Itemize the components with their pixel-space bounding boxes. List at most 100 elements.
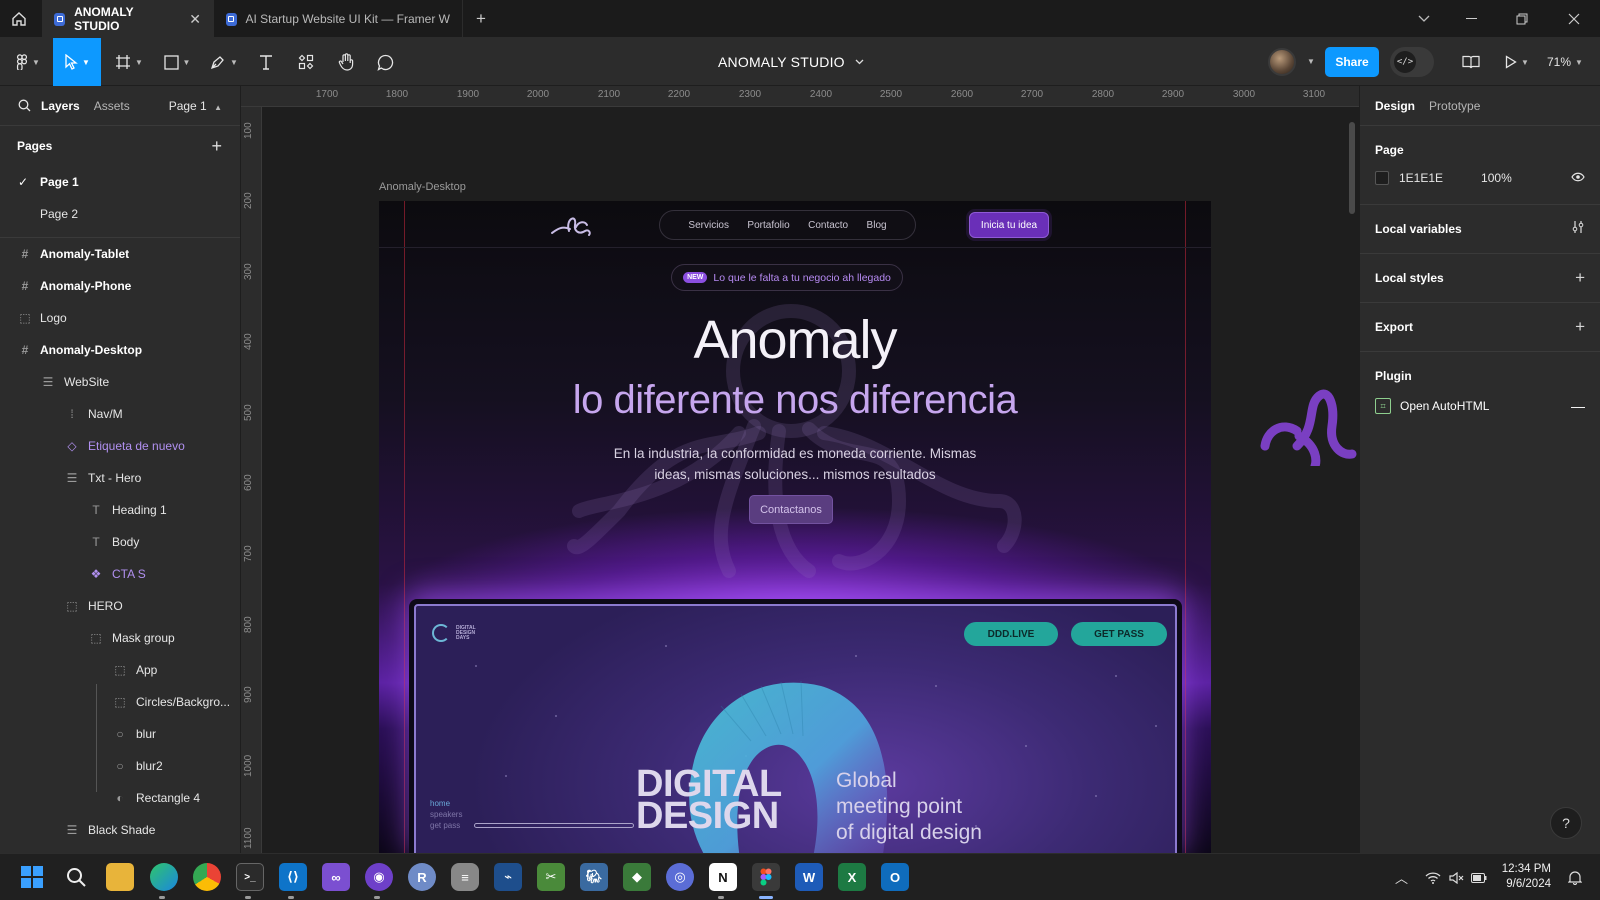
minimize-icon[interactable] — [1448, 0, 1496, 38]
app-icon[interactable]: ◎ — [666, 863, 694, 891]
add-style-icon[interactable]: + — [1575, 268, 1585, 288]
chevron-down-icon[interactable]: ▼ — [1307, 57, 1315, 66]
app-mockup[interactable]: DIGITAL DESIGN DAYS DDD.LIVE GET PASS DI… — [409, 599, 1182, 853]
snipping-tool-icon[interactable]: ✂ — [537, 863, 565, 891]
tab-design[interactable]: Design — [1375, 99, 1415, 113]
layer-blur2[interactable]: ○ blur2 — [0, 750, 240, 782]
export-section[interactable]: Export + — [1360, 303, 1600, 352]
search-icon[interactable] — [62, 863, 90, 891]
add-export-icon[interactable]: + — [1575, 317, 1585, 337]
page-opacity[interactable]: 100% — [1481, 171, 1512, 185]
chrome-icon[interactable] — [193, 863, 221, 891]
hero-heading[interactable]: Anomaly — [379, 309, 1211, 371]
system-clock[interactable]: 12:34 PM 9/6/2024 — [1483, 862, 1551, 892]
layer-nav-m[interactable]: ⁞ Nav/M — [0, 398, 240, 430]
hero-subheading[interactable]: lo diferente nos diferencia — [379, 378, 1211, 423]
layer-logo[interactable]: ⬚ Logo — [0, 302, 240, 334]
resources-button[interactable] — [294, 38, 318, 86]
main-menu-button[interactable]: ▼ — [10, 38, 46, 86]
anomaly-desktop-frame[interactable]: Servicios Portafolio Contacto Blog Inici… — [379, 201, 1211, 853]
tab-assets[interactable]: Assets — [94, 99, 130, 113]
move-tool-button[interactable]: ▼ — [53, 38, 101, 86]
new-badge[interactable]: NEW Lo que le falta a tu negocio ah lleg… — [671, 264, 903, 291]
search-icon[interactable] — [18, 99, 31, 112]
close-window-icon[interactable] — [1550, 0, 1598, 38]
color-swatch[interactable] — [1375, 171, 1389, 185]
hand-tool-button[interactable] — [334, 38, 358, 86]
tab-anomaly-studio[interactable]: ANOMALY STUDIO ✕ — [42, 0, 214, 38]
layer-black-shade[interactable]: ☰ Black Shade — [0, 814, 240, 846]
present-button[interactable]: ▼ — [1500, 38, 1534, 86]
design-canvas[interactable]: 1700 1800 1900 2000 2100 2200 2300 2400 … — [241, 86, 1359, 853]
home-icon[interactable] — [0, 0, 38, 38]
nav-blog[interactable]: Blog — [867, 220, 887, 231]
restore-icon[interactable] — [1498, 0, 1546, 38]
layer-hero[interactable]: ⬚ HERO — [0, 590, 240, 622]
layer-body[interactable]: T Body — [0, 526, 240, 558]
variables-settings-icon[interactable] — [1571, 219, 1585, 239]
layer-cta-s[interactable]: ❖ CTA S — [0, 558, 240, 590]
database-icon[interactable]: ≡ — [451, 863, 479, 891]
layer-rectangle-4[interactable]: ◐ Rectangle 4 — [0, 782, 240, 814]
close-tab-icon[interactable]: ✕ — [189, 11, 201, 28]
wifi-icon[interactable] — [1425, 854, 1441, 900]
outlook-icon[interactable]: O — [881, 863, 909, 891]
nav-contacto[interactable]: Contacto — [808, 220, 848, 231]
library-button[interactable] — [1456, 38, 1486, 86]
app-nav-home[interactable]: home — [430, 798, 462, 809]
word-icon[interactable]: W — [795, 863, 823, 891]
mysql-workbench-icon[interactable]: ⌁ — [494, 863, 522, 891]
postgresql-icon[interactable]: 🐘︎ — [580, 863, 608, 891]
tab-list-chevron-icon[interactable] — [1400, 0, 1448, 38]
vscode-icon[interactable]: ⟨⟩ — [279, 863, 307, 891]
hero-cta-button[interactable]: Contactanos — [749, 495, 833, 524]
app-nav-speakers[interactable]: speakers — [430, 809, 462, 820]
plugin-item-open-autohtml[interactable]: ⌗ Open AutoHTML — — [1375, 390, 1585, 422]
layer-app[interactable]: ⬚ App — [0, 654, 240, 686]
page-item-page-2[interactable]: Page 2 — [0, 198, 240, 230]
terminal-icon[interactable]: >_ — [236, 863, 264, 891]
figma-icon[interactable] — [752, 863, 780, 891]
app-nav-get-pass[interactable]: get pass — [430, 820, 462, 831]
help-button[interactable]: ? — [1550, 807, 1582, 839]
windows-start-icon[interactable] — [18, 863, 46, 891]
avatar[interactable] — [1268, 48, 1296, 76]
local-styles-section[interactable]: Local styles + — [1360, 254, 1600, 303]
zoom-menu[interactable]: 71% ▼ — [1547, 38, 1583, 86]
canvas-scrollbar[interactable] — [1349, 122, 1355, 214]
frame-label[interactable]: Anomaly-Desktop — [379, 181, 466, 193]
layer-blur[interactable]: ○ blur — [0, 718, 240, 750]
r-icon[interactable]: R — [408, 863, 436, 891]
nav-portafolio[interactable]: Portafolio — [747, 220, 789, 231]
ddd-live-button[interactable]: DDD.LIVE — [964, 622, 1058, 646]
page-picker[interactable]: Page 1 ▲ — [169, 99, 222, 113]
visual-studio-icon[interactable]: ∞ — [322, 863, 350, 891]
file-explorer-icon[interactable] — [106, 863, 134, 891]
tab-ai-startup-kit[interactable]: AI Startup Website UI Kit — Framer W — [214, 0, 463, 38]
layer-heading-1[interactable]: T Heading 1 — [0, 494, 240, 526]
excel-icon[interactable]: X — [838, 863, 866, 891]
tray-chevron-icon[interactable]: ︿ — [1395, 854, 1408, 900]
add-page-button[interactable]: + — [211, 136, 222, 157]
nav-cta-button[interactable]: Inicia tu idea — [969, 212, 1049, 238]
logo-frame-preview[interactable] — [1257, 376, 1359, 466]
share-button[interactable]: Share — [1325, 47, 1379, 77]
notion-icon[interactable]: N — [709, 863, 737, 891]
comment-tool-button[interactable] — [373, 38, 397, 86]
pen-tool-button[interactable]: ▼ — [207, 38, 241, 86]
remove-plugin-icon[interactable]: — — [1571, 398, 1585, 414]
layer-website[interactable]: ☰ WebSite — [0, 366, 240, 398]
file-title-button[interactable]: ANOMALY STUDIO — [718, 38, 864, 86]
edge-browser-icon[interactable] — [150, 863, 178, 891]
layer-anomaly-tablet[interactable]: # Anomaly-Tablet — [0, 238, 240, 270]
local-variables-section[interactable]: Local variables — [1360, 205, 1600, 254]
github-desktop-icon[interactable]: ◉ — [365, 863, 393, 891]
shape-tool-button[interactable]: ▼ — [160, 38, 194, 86]
app-icon[interactable]: ◆ — [623, 863, 651, 891]
tab-prototype[interactable]: Prototype — [1429, 99, 1480, 113]
eye-icon[interactable] — [1571, 171, 1585, 185]
notification-bell-icon[interactable] — [1568, 854, 1582, 900]
text-tool-button[interactable] — [254, 38, 278, 86]
volume-muted-icon[interactable] — [1449, 854, 1465, 900]
layer-circles-background[interactable]: ⬚ Circles/Backgro... — [0, 686, 240, 718]
